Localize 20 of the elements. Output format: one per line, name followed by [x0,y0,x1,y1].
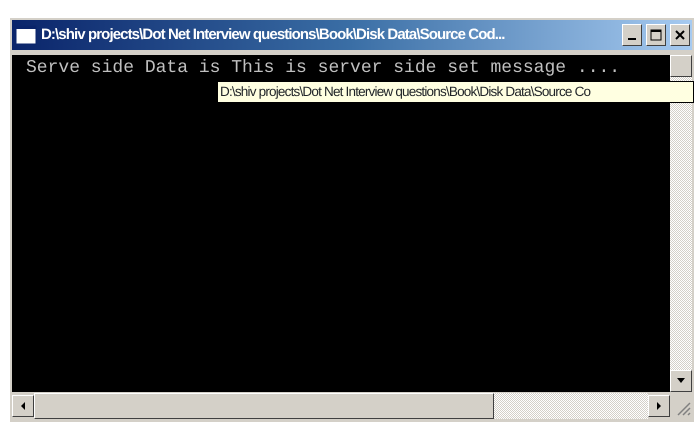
window-icon [15,25,37,45]
horizontal-scrollbar[interactable] [34,393,648,419]
scrollbar-thumb[interactable] [34,393,494,419]
window-title: D:\shiv projects\Dot Net Interview questions\Book\Disk Data\Source Cod... [41,24,506,45]
console-line: Serve side Data is This is server side set message .... [26,57,622,79]
minimize-button[interactable] [622,24,642,46]
right-arrow-icon [655,401,663,411]
left-arrow-icon [19,401,27,411]
tooltip: D:\shiv projects\Dot Net Interview questions\Book\Disk Data\Source Co [217,81,694,103]
down-arrow-icon [676,377,686,385]
scroll-right-button[interactable] [648,395,670,417]
close-button[interactable] [670,24,690,46]
close-icon [674,29,686,41]
scroll-left-button[interactable] [12,395,34,417]
maximize-icon [650,29,662,41]
vertical-scrollbar[interactable] [670,55,692,392]
scroll-down-button[interactable] [670,370,692,392]
maximize-button[interactable] [646,24,666,46]
minimize-icon [628,38,636,40]
scrollbar-thumb[interactable] [670,55,692,77]
